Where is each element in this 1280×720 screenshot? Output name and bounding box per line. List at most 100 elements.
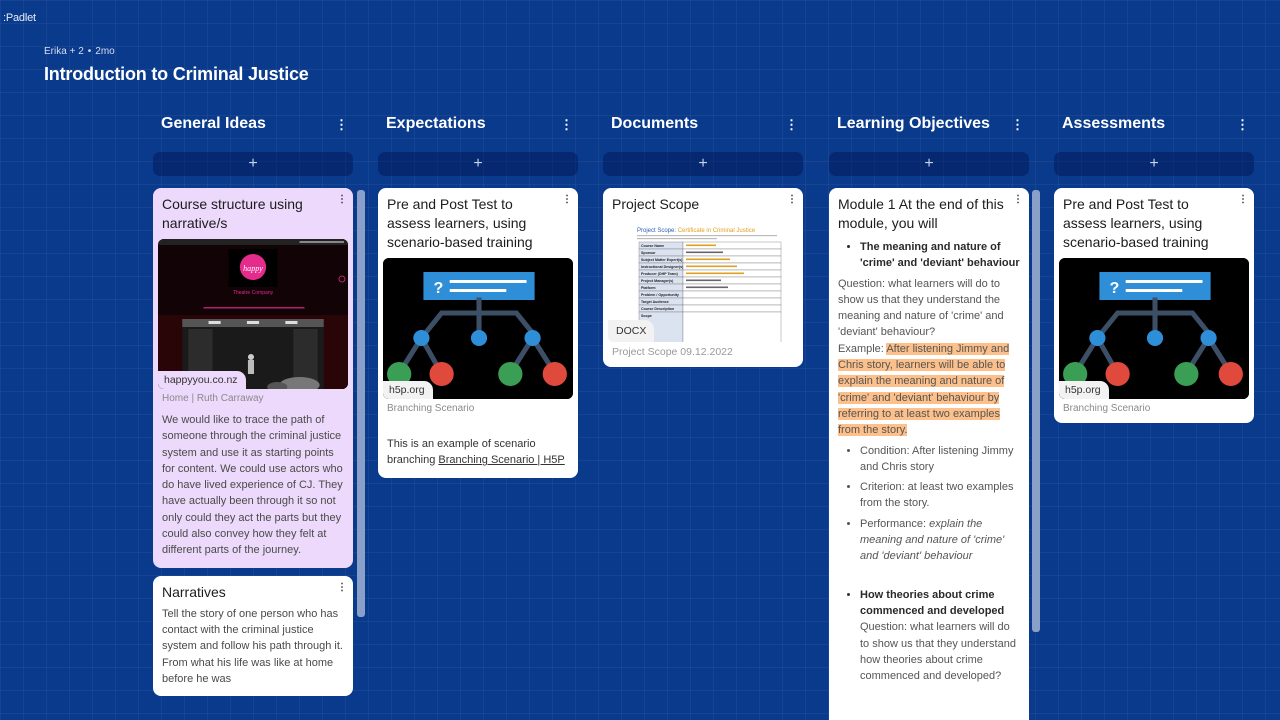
post-title: Pre and Post Test to assess learners, us… xyxy=(1063,196,1209,250)
post-card[interactable]: ⋮ Pre and Post Test to assess learners, … xyxy=(378,188,578,478)
column-header: General Ideas ⋮ xyxy=(153,108,353,140)
doc-table-label: Subject Matter Expert(s) xyxy=(641,258,683,262)
add-post-button[interactable]: + xyxy=(1054,152,1254,176)
post-title: Project Scope xyxy=(612,196,700,212)
column-scrollbar[interactable] xyxy=(1032,190,1040,632)
link-host: h5p.org xyxy=(1059,381,1109,399)
objective-heading: How theories about crime commenced and d… xyxy=(860,588,1005,617)
column-menu-icon[interactable]: ⋮ xyxy=(335,118,348,131)
question-mark-icon: ? xyxy=(1110,279,1120,297)
padlet-logo[interactable]: :Padlet xyxy=(3,12,36,24)
post-card[interactable]: ⋮ Pre and Post Test to assess learners, … xyxy=(1054,188,1254,423)
criteria-list: Condition: After listening Jimmy and Chr… xyxy=(838,443,1020,565)
post-card[interactable]: ⋮ Narratives Tell the story of one perso… xyxy=(153,575,353,697)
doc-table-value xyxy=(686,265,737,268)
doc-table-label: Platform xyxy=(641,286,656,290)
post-menu-icon[interactable]: ⋮ xyxy=(1013,194,1023,205)
link-preview[interactable]: ? h5p.org xyxy=(1059,258,1249,399)
post-menu-icon[interactable]: ⋮ xyxy=(787,194,797,205)
add-post-button[interactable]: + xyxy=(378,152,578,176)
decision-node xyxy=(524,330,541,346)
column-scrollbar[interactable] xyxy=(357,190,365,617)
doc-table-label: Problem / Opportunity xyxy=(641,293,679,297)
post-title: Pre and Post Test to assess learners, us… xyxy=(387,196,533,250)
column-general-ideas: General Ideas ⋮ + ⋮ Course structure usi… xyxy=(153,108,353,720)
board-meta: Erika + 2 • 2mo xyxy=(44,46,115,57)
outcome-node-success xyxy=(1174,362,1199,386)
text-line xyxy=(449,280,527,283)
performance-label: Performance: xyxy=(860,517,930,530)
post-menu-icon[interactable]: ⋮ xyxy=(337,582,347,593)
column-menu-icon[interactable]: ⋮ xyxy=(1011,118,1024,131)
column-learning-objectives: Learning Objectives ⋮ + ⋮ Module 1 At th… xyxy=(829,108,1029,720)
doc-table-label: Course Name xyxy=(641,244,664,248)
site-name: Theatre Company xyxy=(233,290,274,296)
doc-table-label: Target Audience xyxy=(641,300,669,304)
meta-separator: • xyxy=(87,46,92,57)
objective-question: Question: what learners will do to show … xyxy=(860,621,1016,683)
decision-node xyxy=(470,330,488,346)
add-post-button[interactable]: + xyxy=(829,152,1029,176)
decision-node xyxy=(413,330,430,346)
doc-table-value xyxy=(686,251,723,254)
post-title: Module 1 At the end of this module, you … xyxy=(838,196,1004,231)
performance-item: Performance: explain the meaning and nat… xyxy=(860,516,1020,565)
link-host: happyyou.co.nz xyxy=(158,371,246,389)
post-menu-icon[interactable]: ⋮ xyxy=(1238,194,1248,205)
outcome-node-fail xyxy=(1218,362,1243,386)
add-post-button[interactable]: + xyxy=(603,152,803,176)
author-name[interactable]: Erika xyxy=(44,46,67,57)
add-post-button[interactable]: + xyxy=(153,152,353,176)
post-title: Narratives xyxy=(162,583,226,600)
question-mark-icon: ? xyxy=(434,279,444,297)
text-line xyxy=(1125,289,1183,292)
column-menu-icon[interactable]: ⋮ xyxy=(785,118,798,131)
file-type-badge: DOCX xyxy=(608,320,655,342)
document-preview[interactable]: Project Scope: Certificate in Criminal J… xyxy=(608,222,798,342)
doc-table-value xyxy=(686,244,716,247)
objective-list: The meaning and nature of 'crime' and 'd… xyxy=(838,239,1020,272)
column-header: Expectations ⋮ xyxy=(378,108,578,140)
outcome-node-success xyxy=(498,362,523,386)
post-body: This is an example of scenario branching… xyxy=(387,436,569,469)
condition-item: Condition: After listening Jimmy and Chr… xyxy=(860,443,1020,476)
column-header: Learning Objectives ⋮ xyxy=(829,108,1029,140)
decision-node xyxy=(1089,330,1106,346)
link-preview[interactable]: ? h5p.org xyxy=(383,258,573,399)
board-title: Introduction to Criminal Justice xyxy=(44,64,309,84)
post-title: Course structure using narrative/s xyxy=(162,196,303,231)
post-menu-icon[interactable]: ⋮ xyxy=(337,194,347,205)
link-preview[interactable]: happy Theatre Company happyyou.co.nz xyxy=(158,239,348,389)
branching-scenario-diagram: ? xyxy=(1059,258,1249,399)
column-title: Assessments xyxy=(1062,115,1166,132)
example-label: Example: xyxy=(838,342,887,355)
post-card[interactable]: ⋮ Course structure using narrative/s hap… xyxy=(153,188,353,568)
link-caption: Branching Scenario xyxy=(1063,403,1151,414)
column-expectations: Expectations ⋮ + ⋮ Pre and Post Test to … xyxy=(378,108,578,720)
svg-text:happy: happy xyxy=(243,264,263,273)
link-caption: Branching Scenario xyxy=(387,403,475,414)
post-menu-icon[interactable]: ⋮ xyxy=(562,194,572,205)
column-header: Documents ⋮ xyxy=(603,108,803,140)
post-card[interactable]: ⋮ Project Scope Project Scope: Certifica… xyxy=(603,188,803,367)
post-card[interactable]: ⋮ Module 1 At the end of this module, yo… xyxy=(829,188,1029,720)
contributors-count[interactable]: + 2 xyxy=(70,46,84,57)
doc-table-value xyxy=(686,286,728,289)
doc-table-value-cell xyxy=(682,290,782,299)
link-caption: Home | Ruth Carraway xyxy=(162,393,264,404)
last-updated: 2mo xyxy=(95,46,115,57)
doc-table-value xyxy=(686,258,730,261)
outcome-node-fail xyxy=(1105,362,1130,386)
criterion-item: Criterion: at least two examples from th… xyxy=(860,479,1020,512)
objective-question: Question: what learners will do to show … xyxy=(838,277,1004,339)
document-caption: Project Scope 09.12.2022 xyxy=(612,346,733,358)
column-menu-icon[interactable]: ⋮ xyxy=(1236,118,1249,131)
doc-table-label: Scope xyxy=(641,314,652,318)
branching-scenario-link[interactable]: Branching Scenario | H5P xyxy=(438,454,564,466)
column-assessments: Assessments ⋮ + ⋮ Pre and Post Test to a… xyxy=(1054,108,1254,720)
post-body: Tell the story of one person who has con… xyxy=(162,607,343,685)
column-menu-icon[interactable]: ⋮ xyxy=(560,118,573,131)
column-title: General Ideas xyxy=(161,115,266,132)
doc-table-value xyxy=(686,272,744,275)
doc-heading: Project Scope: Certificate in Criminal J… xyxy=(637,228,756,234)
